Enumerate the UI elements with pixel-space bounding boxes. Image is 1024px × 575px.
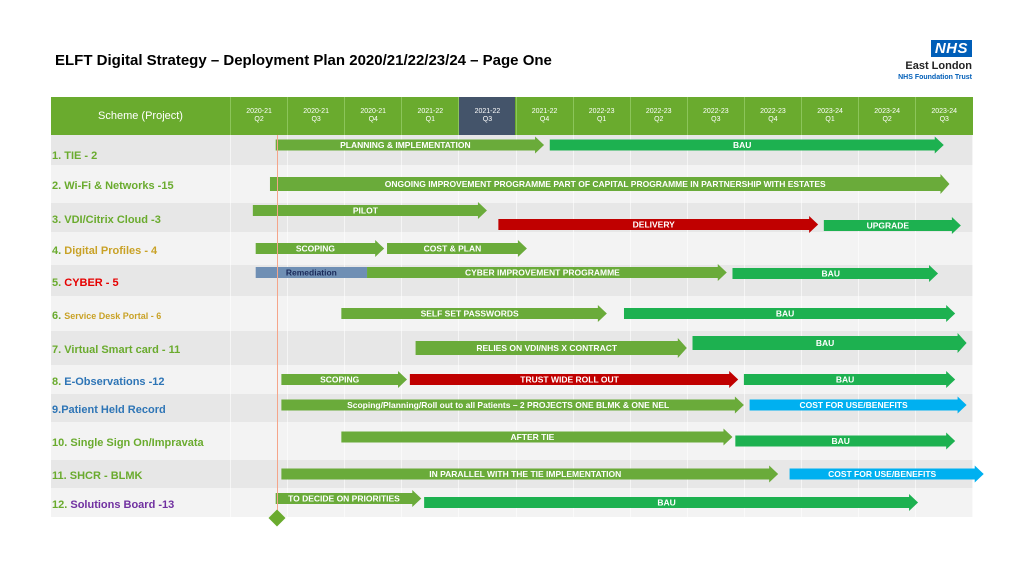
current-date-line (277, 135, 278, 517)
gantt-bar-label: AFTER TIE (510, 432, 554, 442)
gantt-bar-label: IN PARALLEL WITH THE TIE IMPLEMENTATION (429, 469, 621, 479)
gantt-bar-label: BAU (816, 338, 834, 348)
gantt-bar-label: RELIES ON VDI/NHS X CONTRACT (476, 343, 618, 353)
gantt-bar-label: PLANNING & IMPLEMENTATION (340, 140, 470, 150)
gantt-bar-label: BAU (776, 309, 794, 319)
gantt-bar-label: COST FOR USE/BENEFITS (800, 400, 908, 410)
gantt-bar-label: COST FOR USE/BENEFITS (828, 469, 936, 479)
gantt-bar-label: BAU (822, 269, 840, 279)
gantt-bar-label: UPGRADE (867, 221, 910, 231)
gantt-bar-label: BAU (733, 140, 751, 150)
gantt-bar-label: Scoping/Planning/Roll out to all Patient… (347, 400, 669, 410)
gantt-bar-label: PILOT (353, 206, 379, 216)
gantt-bar-label: SELF SET PASSWORDS (421, 309, 519, 319)
gantt-bar-label: COST & PLAN (424, 244, 482, 254)
gantt-bar-label: ONGOING IMPROVEMENT PROGRAMME PART OF CA… (385, 179, 826, 189)
gantt-bar-label: SCOPING (296, 244, 336, 254)
gantt-bar-label: DELIVERY (633, 220, 676, 230)
gantt-bar-label: BAU (657, 498, 675, 508)
gantt-bar-label: TRUST WIDE ROLL OUT (520, 375, 619, 385)
gantt-bars: PLANNING & IMPLEMENTATION BAU ONGOING IMPR… (252, 136, 984, 511)
gantt-bar-label: BAU (832, 436, 850, 446)
gantt-bar-label: CYBER IMPROVEMENT PROGRAMME (465, 268, 620, 278)
gantt-bar-label: TO DECIDE ON PRIORITIES (288, 494, 400, 504)
gantt-bar-label: SCOPING (320, 375, 360, 385)
gantt-bar-label: Remediation (286, 268, 337, 278)
gantt-bar-label: BAU (836, 375, 854, 385)
